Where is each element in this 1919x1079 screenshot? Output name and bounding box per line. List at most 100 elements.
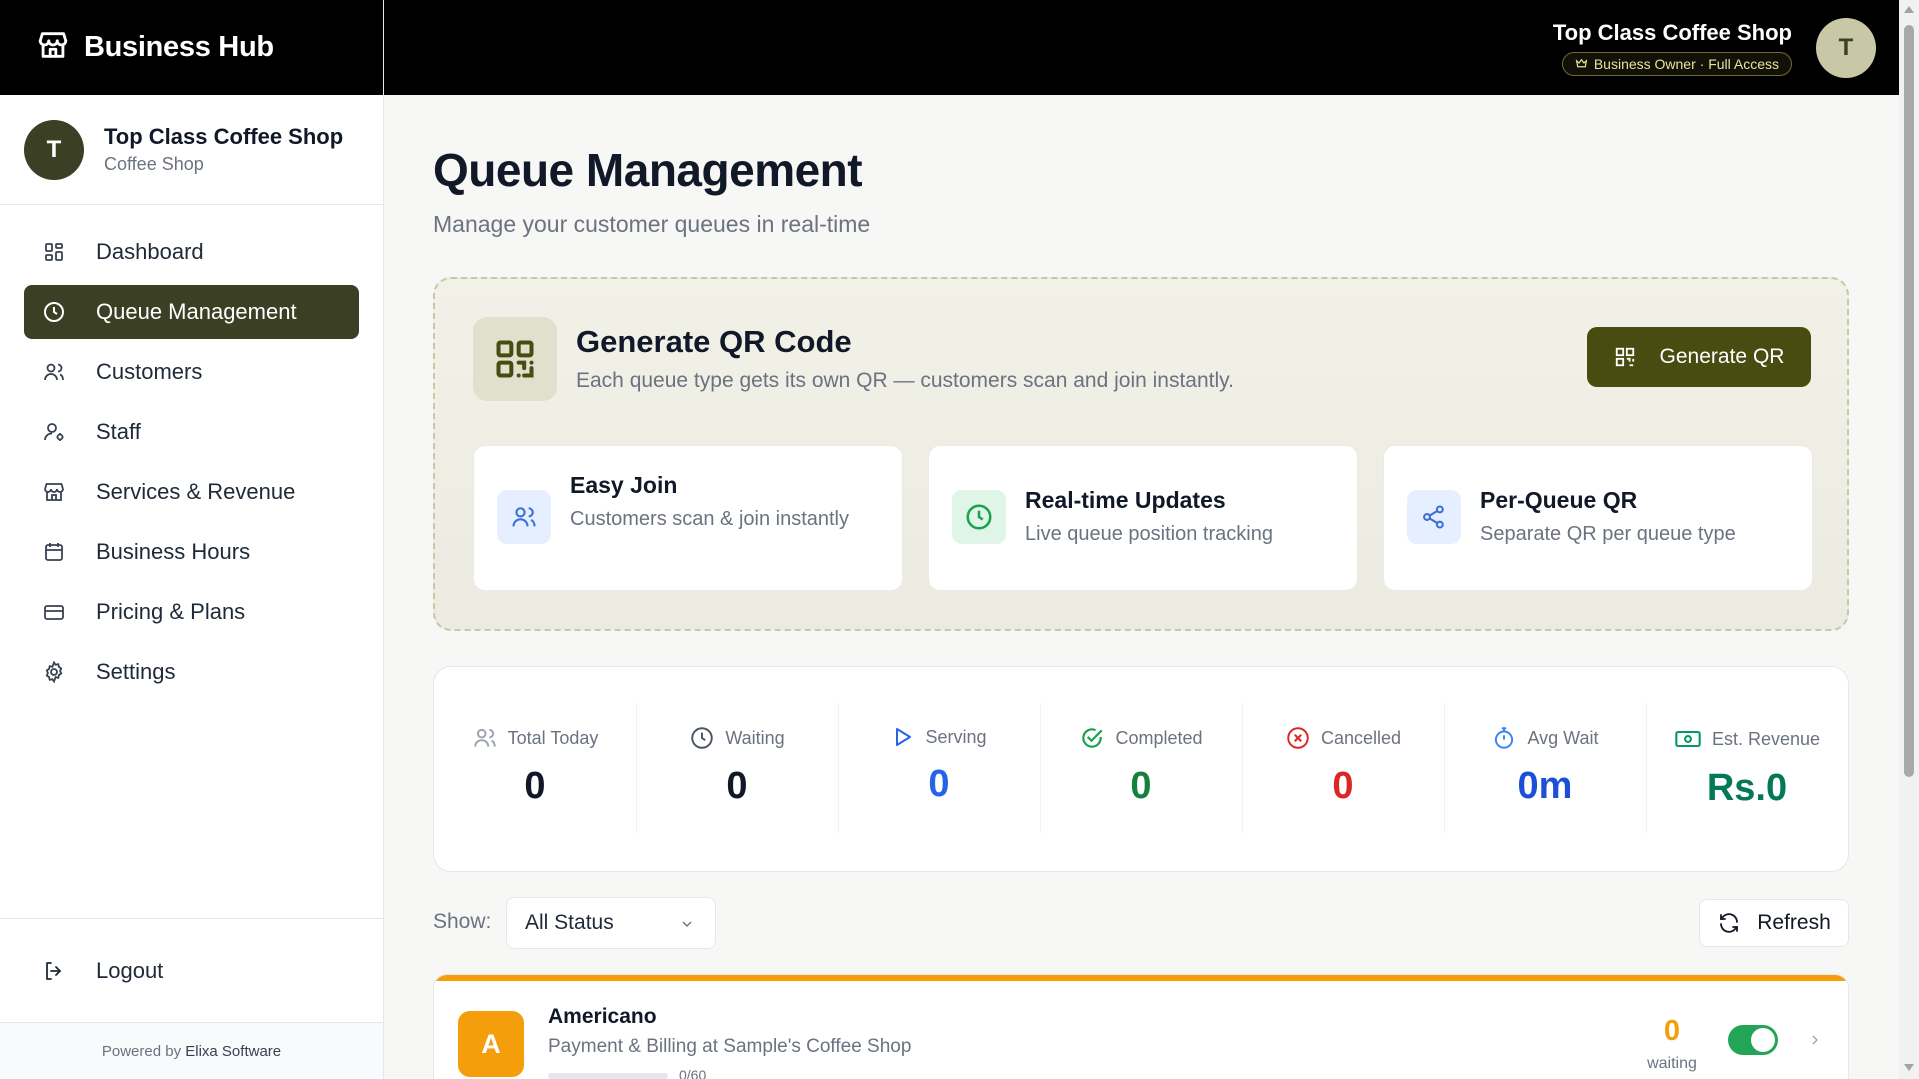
gear-icon [45,660,63,684]
stat-label: Avg Wait [1527,727,1599,748]
queue-description: Payment & Billing at Sample's Coffee Sho… [548,1036,912,1057]
sidebar-item-staff[interactable]: Staff [24,405,359,459]
generate-qr-button[interactable]: Generate QR [1587,327,1811,387]
scroll-up-arrow-icon[interactable] [1904,6,1914,13]
calendar-icon [45,543,63,561]
queue-waiting-label: waiting [1647,1055,1697,1072]
scrollbar-thumb[interactable] [1904,25,1914,777]
brand[interactable]: Business Hub [0,0,383,95]
sidebar-item-dashboard[interactable]: Dashboard [24,225,359,279]
sidebar-item-queue-management[interactable]: Queue Management [24,285,359,339]
business-avatar: T [24,119,84,180]
feature-description: Separate QR per queue type [1480,523,1736,545]
show-label: Show: [433,910,492,933]
sidebar-item-label: Dashboard [96,239,204,264]
refresh-button[interactable]: Refresh [1699,899,1849,947]
qr-title: Generate QR Code [576,324,852,359]
sidebar-item-label: Services & Revenue [96,479,296,504]
users-icon [473,728,496,747]
stat-value: 0 [524,765,546,807]
clock-icon [44,302,64,322]
logout-label: Logout [96,958,164,983]
queue-card[interactable]: A Americano Payment & Billing at Sample'… [433,974,1849,1079]
scroll-down-arrow-icon[interactable] [1904,1064,1914,1071]
feature-description: Live queue position tracking [1025,523,1273,545]
stat-value: 0 [1332,765,1354,807]
feature-title: Per-Queue QR [1480,487,1638,513]
crown-icon [1575,58,1588,68]
status-filter-select[interactable]: All Status [506,897,716,949]
sidebar-item-services-revenue[interactable]: Services & Revenue [24,465,359,519]
queue-active-toggle[interactable] [1728,1025,1778,1055]
clock-icon [691,727,714,749]
staff-icon [44,423,64,441]
stat-value: 0m [1517,765,1573,807]
check-circle-icon [1082,728,1103,748]
sidebar-item-settings[interactable]: Settings [24,645,359,699]
logout-section: Logout [0,918,383,1022]
sidebar-nav: Dashboard Queue Management Customers Sta… [0,205,383,699]
business-name: Top Class Coffee Shop [104,124,344,149]
logout-icon [46,962,61,980]
stat-avg-wait: Avg Wait 0m [1444,703,1646,833]
stat-waiting: Waiting 0 [636,703,838,833]
chevron-down-icon [682,921,692,927]
feature-card-easy-join: Easy Join Customers scan & join instantl… [473,445,903,591]
sidebar-item-pricing-plans[interactable]: Pricing & Plans [24,585,359,639]
cash-icon [1675,730,1701,748]
stat-label: Serving [925,726,987,747]
stat-value: 0 [726,765,748,807]
stat-completed: Completed 0 [1040,703,1242,833]
play-icon [896,728,912,746]
users-icon [497,490,551,544]
page-subtitle: Manage your customer queues in real-time [433,211,871,237]
sidebar-item-customers[interactable]: Customers [24,345,359,399]
stat-label: Completed [1115,727,1203,748]
page-title: Queue Management [433,144,863,196]
queue-avatar: A [458,1011,524,1077]
feature-card-realtime-updates: Real-time Updates Live queue position tr… [928,445,1358,591]
sidebar-item-label: Settings [96,659,176,684]
stat-value: 0 [928,763,950,805]
generate-qr-label: Generate QR [1659,345,1785,368]
brand-title: Business Hub [84,31,274,63]
refresh-icon [1720,913,1739,933]
feature-card-per-queue-qr: Per-Queue QR Separate QR per queue type [1383,445,1813,591]
stat-label: Total Today [507,727,599,748]
top-header: Top Class Coffee Shop Business Owner · F… [384,0,1899,95]
status-filter-value: All Status [525,911,614,934]
stat-cancelled: Cancelled 0 [1242,703,1444,833]
qr-code-icon [473,317,557,401]
store-icon [36,28,70,67]
sidebar-item-business-hours[interactable]: Business Hours [24,525,359,579]
filter-row: Show: All Status Refresh [433,897,1849,949]
qr-code-icon [1615,347,1634,367]
powered-company[interactable]: Elixa Software [185,1043,281,1060]
main-content: Queue Management Manage your customer qu… [433,95,1849,1079]
queue-name: Americano [548,1005,657,1028]
powered-by: Powered by Elixa Software [0,1022,383,1079]
queue-accent-bar [434,975,1848,981]
chevron-right-icon[interactable] [1807,1032,1823,1048]
business-type: Coffee Shop [104,154,204,174]
stat-total-today: Total Today 0 [434,703,636,833]
header-shop-name: Top Class Coffee Shop [1552,19,1792,45]
sidebar-item-label: Customers [96,359,203,384]
dashboard-icon [45,243,63,261]
users-icon [44,363,64,381]
sidebar-item-label: Pricing & Plans [96,599,246,624]
x-circle-icon [1287,727,1309,749]
timer-icon [1495,727,1514,749]
page-scrollbar[interactable] [1899,0,1919,1079]
queue-capacity-text: 0/60 [679,1067,707,1079]
logout-button[interactable]: Logout [24,919,359,1023]
feature-title: Real-time Updates [1025,487,1226,513]
qr-generator-card: Generate QR Code Each queue type gets it… [433,277,1849,631]
queue-capacity-bar [548,1073,668,1079]
qr-description: Each queue type gets its own QR — custom… [576,369,1234,392]
store-icon [44,483,64,501]
user-avatar[interactable]: T [1816,17,1876,78]
role-badge: Business Owner · Full Access [1561,51,1792,76]
refresh-label: Refresh [1757,911,1831,934]
stat-label: Cancelled [1320,727,1402,748]
